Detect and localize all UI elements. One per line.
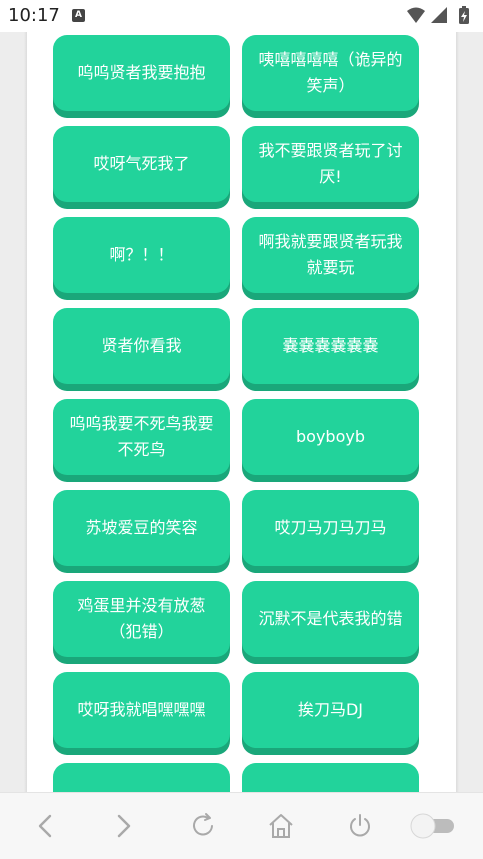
status-icons [405, 6, 475, 26]
a-letter-icon: A [72, 9, 85, 22]
sound-button-label: boyboyb [296, 427, 365, 446]
status-time: 10:17 [8, 5, 60, 26]
sound-button[interactable]: 呜呜我要不死鸟我要不死鸟 [53, 399, 230, 475]
sound-button[interactable]: 挨刀马DJ [242, 672, 419, 748]
sound-button[interactable]: 苏坡爱豆的笑容 [53, 490, 230, 566]
sound-button[interactable]: 鸡蛋里并没有放葱（犯错） [53, 581, 230, 657]
home-icon[interactable] [266, 811, 296, 841]
sound-button-label: 呜呜我要不死鸟我要不死鸟 [69, 414, 214, 459]
wifi-icon [407, 7, 425, 23]
sound-button[interactable]: 嚢嚢嚢嚢嚢嚢 [242, 308, 419, 384]
sound-button-label: 苏坡爱豆的笑容 [85, 518, 198, 537]
sound-button[interactable]: 贤者你看我 [53, 308, 230, 384]
sound-button[interactable] [53, 763, 230, 792]
sound-button-label: 鸡蛋里并没有放葱（犯错） [77, 596, 206, 641]
sound-button[interactable]: 啊？！！ [53, 217, 230, 293]
sound-button-label: 咦嘻嘻嘻嘻（诡异的笑声） [258, 50, 403, 95]
sound-button[interactable]: boyboyb [242, 399, 419, 475]
sound-button-label: 哎呀气死我了 [93, 154, 190, 173]
sound-button[interactable]: 呜呜贤者我要抱抱 [53, 35, 230, 111]
sound-button-label: 啊我就要跟贤者玩我就要玩 [258, 232, 403, 277]
sound-button[interactable]: 啊我就要跟贤者玩我就要玩 [242, 217, 419, 293]
sound-button-label: 贤者你看我 [101, 336, 182, 355]
battery-charging-icon [459, 6, 469, 24]
sound-button-label: 哎刀马刀马刀马 [274, 518, 387, 537]
chevron-left-icon[interactable] [31, 811, 61, 841]
sound-button[interactable] [242, 763, 419, 792]
sound-button[interactable]: 沉默不是代表我的错 [242, 581, 419, 657]
browser-nav-bar [0, 792, 483, 859]
sound-board[interactable]: 呜呜贤者我要抱抱 咦嘻嘻嘻嘻（诡异的笑声） 哎呀气死我了 我不要跟贤者玩了讨厌! 啊？！… [27, 32, 456, 792]
sound-button-label: 呜呜贤者我要抱抱 [77, 63, 206, 82]
status-bar: 10:17 A [0, 0, 483, 32]
sound-button-label: 哎呀我就唱嘿嘿嘿 [77, 700, 206, 719]
left-frame [0, 32, 27, 792]
sound-button-grid: 呜呜贤者我要抱抱 咦嘻嘻嘻嘻（诡异的笑声） 哎呀气死我了 我不要跟贤者玩了讨厌! 啊？！… [53, 35, 419, 792]
sound-button-label: 嚢嚢嚢嚢嚢嚢 [282, 336, 379, 355]
right-frame [456, 32, 483, 792]
sound-button[interactable]: 哎呀气死我了 [53, 126, 230, 202]
reload-icon[interactable] [188, 811, 218, 841]
toggle-switch[interactable] [408, 811, 456, 841]
sound-button[interactable]: 我不要跟贤者玩了讨厌! [242, 126, 419, 202]
signal-icon [431, 7, 447, 23]
power-icon[interactable] [345, 811, 375, 841]
sound-button[interactable]: 哎呀我就唱嘿嘿嘿 [53, 672, 230, 748]
sound-button-label: 沉默不是代表我的错 [258, 609, 403, 628]
chevron-right-icon[interactable] [108, 811, 138, 841]
sound-button[interactable]: 咦嘻嘻嘻嘻（诡异的笑声） [242, 35, 419, 111]
sound-button-label: 我不要跟贤者玩了讨厌! [258, 141, 403, 186]
sound-button-label: 啊？！！ [109, 245, 174, 264]
sound-button-label: 挨刀马DJ [297, 700, 364, 719]
sound-button[interactable]: 哎刀马刀马刀马 [242, 490, 419, 566]
